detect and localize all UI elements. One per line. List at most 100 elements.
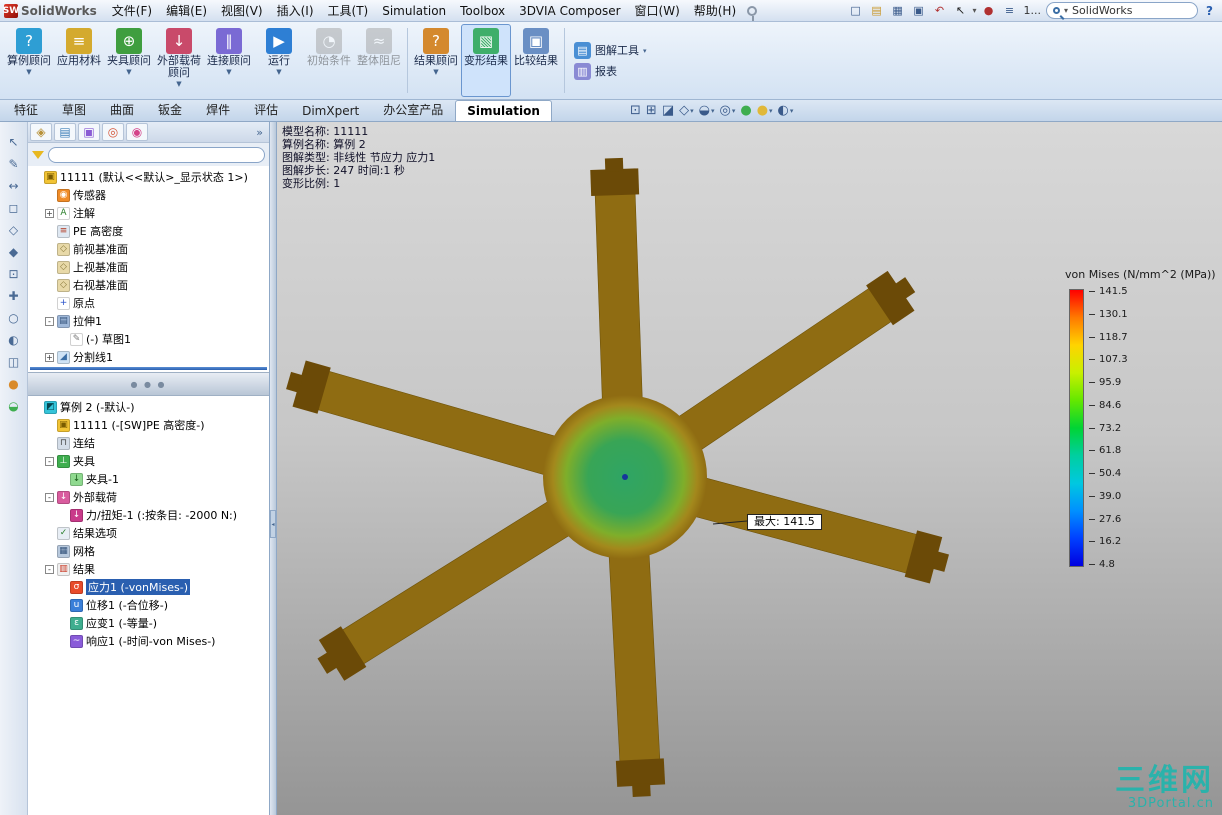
tree-item[interactable]: ≡ PE 高密度 [28, 222, 269, 240]
ribbon-tab[interactable]: 曲面 [98, 97, 146, 121]
tree-expander[interactable]: + [45, 352, 54, 362]
tree-item[interactable]: ◉ 传感器 [28, 186, 269, 204]
results-advisor-button[interactable]: ? 结果顾问 ▼ [411, 24, 461, 97]
tree-item[interactable]: ✓ 结果选项 [28, 524, 269, 542]
tree-item[interactable]: ▣ 11111 (-[SW]PE 高密度-) [28, 416, 269, 434]
tree-item[interactable]: - ↓ 外部载荷 [28, 488, 269, 506]
tree-item[interactable]: ✎ (-) 草图1 [28, 330, 269, 348]
tree-item[interactable]: u 位移1 (-合位移-) [28, 596, 269, 614]
select-arrow-icon[interactable]: ↖ [952, 3, 970, 19]
menu-item[interactable]: 文件(F) [105, 0, 159, 21]
edit-appearance-icon[interactable]: ● [740, 102, 751, 119]
sketch-icon[interactable]: ✎ [4, 154, 24, 173]
view-settings-icon[interactable]: ◐ ▾ [778, 102, 794, 119]
front-view-icon[interactable]: ◻ [4, 198, 24, 217]
configuration-manager-icon[interactable]: ▣ [78, 123, 100, 141]
section-view-icon[interactable]: ◪ [662, 102, 674, 119]
study-advisor-button[interactable]: ? 算例顾问 ▼ [4, 24, 54, 97]
compare-results-button[interactable]: ▣ 比较结果 [511, 24, 561, 97]
new-doc-icon[interactable]: □ [847, 3, 865, 19]
panel-collapse-handle[interactable]: ◂ [270, 510, 276, 538]
tree-expander[interactable]: - [45, 564, 54, 574]
tree-item[interactable]: σ 应力1 (-vonMises-) [28, 578, 269, 596]
tree-filter-input[interactable] [48, 146, 265, 163]
max-value-callout[interactable]: 最大: 141.5 [747, 514, 822, 530]
menu-item[interactable]: 窗口(W) [628, 0, 687, 21]
chevron-down-icon[interactable]: ▾ [732, 107, 736, 115]
menu-item[interactable]: Toolbox [453, 2, 512, 20]
panel-splitter[interactable]: ◂ [270, 122, 277, 815]
apply-material-button[interactable]: ≡ 应用材料 [54, 24, 104, 97]
report-button[interactable]: ▥ 报表 [574, 62, 647, 80]
chevron-down-icon[interactable]: ▾ [711, 107, 715, 115]
ribbon-tab[interactable]: Simulation [455, 100, 552, 121]
scene-icon[interactable]: ◒ [4, 396, 24, 415]
tree-item[interactable]: ε 应变1 (-等量-) [28, 614, 269, 632]
menu-item[interactable]: 3DVIA Composer [512, 2, 627, 20]
tree-splitter[interactable]: ● ● ● [28, 372, 269, 396]
tree-item[interactable]: ↓ 夹具-1 [28, 470, 269, 488]
top-view-icon[interactable]: ◇ [4, 220, 24, 239]
dimension-icon[interactable]: ↔ [4, 176, 24, 195]
panel-overflow-button[interactable]: » [256, 126, 267, 139]
zoom-area-icon[interactable]: ⊞ [646, 102, 657, 119]
display-style-icon[interactable]: ◒ ▾ [699, 102, 715, 119]
task-pane-icon[interactable]: ≡ [1001, 3, 1019, 19]
tree-item[interactable]: ◩ 算例 2 (-默认-) [28, 398, 269, 416]
tree-item[interactable]: + A 注解 [28, 204, 269, 222]
tree-item[interactable]: + ◢ 分割线1 [28, 348, 269, 366]
toolbar-overflow[interactable]: 1... [1022, 4, 1044, 17]
tree-item[interactable]: - ▤ 拉伸1 [28, 312, 269, 330]
tree-item[interactable]: ⊓ 连结 [28, 434, 269, 452]
isometric-icon[interactable]: ◆ [4, 242, 24, 261]
initial-conditions-button[interactable]: ◔ 初始条件 [304, 24, 354, 97]
print-icon[interactable]: ▣ [910, 3, 928, 19]
tree-item[interactable]: ◇ 右视基准面 [28, 276, 269, 294]
tree-item[interactable]: + 原点 [28, 294, 269, 312]
ribbon-tab[interactable]: 钣金 [146, 97, 194, 121]
chevron-down-icon[interactable]: ▾ [769, 107, 773, 115]
fixtures-advisor-button[interactable]: ⊕ 夹具顾问 ▼ [104, 24, 154, 97]
save-icon[interactable]: ▦ [889, 3, 907, 19]
apply-scene-icon[interactable]: ● ▾ [757, 102, 773, 119]
tree-item[interactable]: ↓ 力/扭矩-1 (:按条目: -2000 N:) [28, 506, 269, 524]
ribbon-tab[interactable]: 评估 [242, 97, 290, 121]
deformed-result-button[interactable]: ▧ 变形结果 [461, 24, 511, 97]
tree-expander[interactable]: - [45, 492, 54, 502]
appearance-icon[interactable]: ● [4, 374, 24, 393]
render-sphere-icon[interactable]: ● [980, 3, 998, 19]
search-input[interactable] [1072, 4, 1175, 17]
menu-item[interactable]: 帮助(H) [687, 0, 743, 21]
ribbon-tab[interactable]: 特征 [2, 97, 50, 121]
external-loads-advisor-button[interactable]: ↓ 外部载荷顾问 ▼ [154, 24, 204, 97]
pan-icon[interactable]: ✚ [4, 286, 24, 305]
hide-show-items-icon[interactable]: ◎ ▾ [719, 102, 735, 119]
help-button[interactable]: ? [1201, 4, 1218, 18]
zoom-fit-icon[interactable]: ⊡ [630, 102, 641, 119]
chevron-down-icon[interactable]: ▾ [690, 107, 694, 115]
tree-item[interactable]: ▣ 11111 (默认<<默认>_显示状态 1>) [28, 168, 269, 186]
menu-item[interactable]: 插入(I) [270, 0, 321, 21]
feature-manager-icon[interactable]: ◈ [30, 123, 52, 141]
tree-expander[interactable]: + [45, 208, 54, 218]
chevron-down-icon[interactable]: ▾ [973, 6, 977, 15]
undo-icon[interactable]: ↶ [931, 3, 949, 19]
view-orientation-icon[interactable]: ◇ ▾ [679, 102, 694, 119]
tree-item[interactable]: ◇ 前视基准面 [28, 240, 269, 258]
shaded-view-icon[interactable]: ◐ [4, 330, 24, 349]
tree-item[interactable]: ◇ 上视基准面 [28, 258, 269, 276]
tree-item[interactable]: ▦ 网格 [28, 542, 269, 560]
menu-item[interactable]: 视图(V) [214, 0, 270, 21]
ribbon-tab[interactable]: 焊件 [194, 97, 242, 121]
rotate-view-icon[interactable]: ○ [4, 308, 24, 327]
graphics-viewport[interactable]: 模型名称: 11111 算例名称: 算例 2 图解类型: 非线性 节应力 应力1 图解… [277, 122, 1222, 815]
display-manager-icon[interactable]: ◉ [126, 123, 148, 141]
rollback-bar[interactable] [30, 367, 267, 370]
menu-item[interactable]: 工具(T) [321, 0, 376, 21]
tree-expander[interactable]: - [45, 316, 54, 326]
connections-advisor-button[interactable]: ∥ 连接顾问 ▼ [204, 24, 254, 97]
zoom-fit-icon[interactable]: ⊡ [4, 264, 24, 283]
dimxpert-manager-icon[interactable]: ◎ [102, 123, 124, 141]
menu-item[interactable]: Simulation [375, 2, 453, 20]
property-manager-icon[interactable]: ▤ [54, 123, 76, 141]
